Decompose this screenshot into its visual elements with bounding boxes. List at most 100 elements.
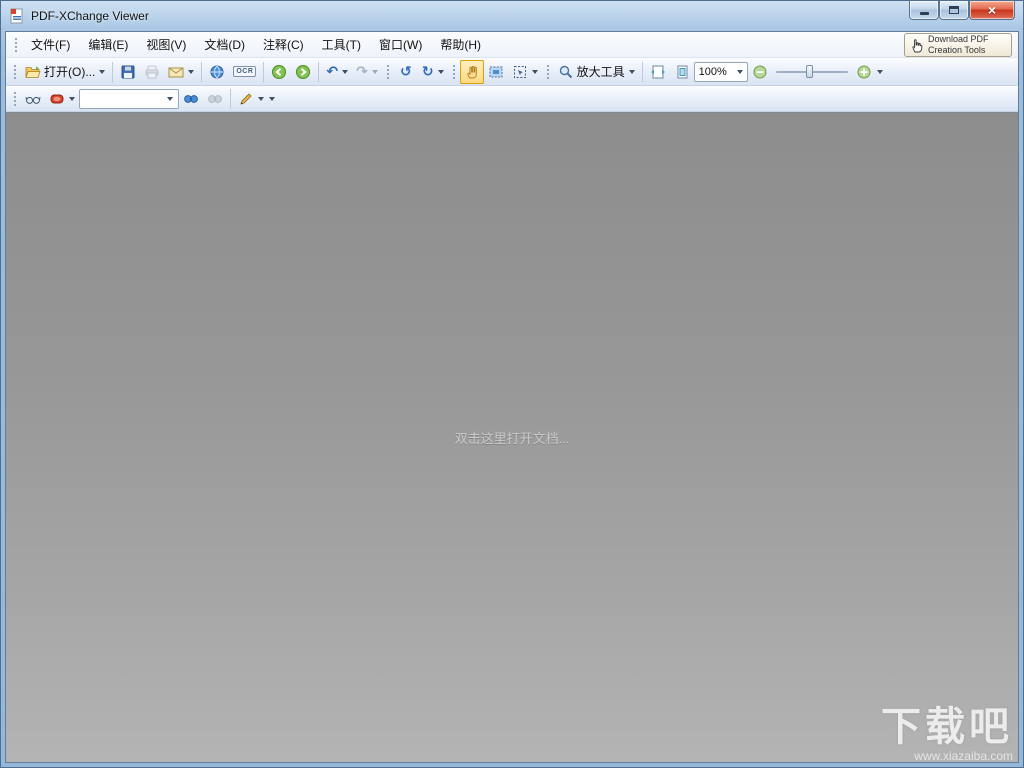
menu-comments[interactable]: 注释(C)	[254, 32, 313, 57]
magnifier-icon	[558, 64, 574, 80]
search-again-icon	[207, 91, 223, 107]
download-pdf-tools-button[interactable]: Download PDF Creation Tools	[904, 32, 1012, 57]
dropdown-caret-icon[interactable]	[736, 69, 743, 74]
undo-icon: ↶	[326, 63, 339, 80]
dropdown-caret-icon[interactable]	[371, 69, 378, 74]
dropdown-caret-icon[interactable]	[188, 69, 195, 74]
rotate-ccw-button[interactable]: ↺	[394, 60, 418, 84]
zoom-out-icon	[752, 64, 768, 80]
menu-view[interactable]: 视图(V)	[137, 32, 195, 57]
redo-icon: ↷	[356, 63, 368, 80]
toolbar-overflow-caret-icon[interactable]	[876, 69, 883, 74]
fit-page-icon	[674, 64, 690, 80]
zoom-in-button[interactable]	[852, 60, 876, 84]
menubar-grip[interactable]	[13, 35, 19, 54]
save-button[interactable]	[116, 60, 140, 84]
toolbar-grip[interactable]	[12, 62, 18, 81]
download-line2: Creation Tools	[928, 44, 986, 55]
email-icon	[168, 64, 184, 80]
menu-document[interactable]: 文档(D)	[195, 32, 254, 57]
rotate-cw-icon: ↻	[421, 63, 434, 80]
dropdown-caret-icon[interactable]	[628, 69, 635, 74]
launch-browser-button[interactable]	[205, 60, 229, 84]
previous-view-icon	[271, 64, 287, 80]
redo-button[interactable]: ↷	[352, 60, 382, 84]
zoom-slider-thumb[interactable]	[805, 64, 813, 78]
ocr-button[interactable]: OCR	[229, 60, 260, 84]
menu-window[interactable]: 窗口(W)	[370, 32, 431, 57]
dropdown-caret-icon[interactable]	[69, 96, 75, 101]
zoom-slider[interactable]	[775, 62, 848, 82]
pen-tool-button[interactable]	[234, 87, 268, 111]
maximize-icon	[949, 6, 959, 14]
close-button[interactable]: ×	[969, 1, 1015, 20]
titlebar[interactable]: PDF-XChange Viewer ×	[1, 1, 1023, 31]
fit-page-button[interactable]	[670, 60, 694, 84]
search-input[interactable]	[82, 92, 166, 105]
zoom-in-icon	[856, 64, 872, 80]
toolbar-grip[interactable]	[12, 89, 18, 108]
open-document-hint: 双击这里打开文档...	[454, 431, 570, 446]
menubar: 文件(F) 编辑(E) 视图(V) 文档(D) 注释(C) 工具(T) 窗口(W…	[6, 32, 1018, 58]
select-tool-button[interactable]	[508, 60, 542, 84]
toolbar-grip[interactable]	[384, 62, 391, 81]
snapshot-icon	[488, 64, 504, 80]
minimize-icon	[919, 11, 929, 15]
stamp-button[interactable]	[45, 87, 79, 111]
separator	[230, 88, 231, 109]
save-icon	[120, 64, 136, 80]
previous-view-button[interactable]	[267, 60, 291, 84]
hand-tool-button[interactable]	[459, 59, 484, 84]
maximize-button[interactable]	[939, 1, 969, 20]
dropdown-caret-icon[interactable]	[99, 69, 106, 74]
ocr-icon: OCR	[233, 66, 257, 77]
dropdown-caret-icon[interactable]	[167, 96, 173, 101]
pen-icon	[238, 91, 254, 107]
zoom-out-button[interactable]	[748, 60, 772, 84]
stamp-icon	[49, 91, 65, 107]
toolbar-grip[interactable]	[450, 62, 457, 81]
print-button[interactable]	[140, 60, 164, 84]
separator	[201, 61, 203, 82]
dropdown-caret-icon[interactable]	[258, 96, 264, 101]
menu-file[interactable]: 文件(F)	[22, 32, 79, 57]
app-icon	[9, 8, 25, 24]
reading-glasses-button[interactable]	[21, 87, 45, 111]
undo-button[interactable]: ↶	[322, 60, 352, 84]
close-icon: ×	[987, 2, 997, 18]
pdf-xchange-window: PDF-XChange Viewer × 文件(F) 编辑(E) 视图(V) 文…	[0, 0, 1024, 768]
next-view-button[interactable]	[291, 60, 315, 84]
hand-cursor-icon	[909, 37, 925, 53]
menu-edit[interactable]: 编辑(E)	[79, 32, 137, 57]
rotate-ccw-icon: ↺	[400, 63, 412, 80]
dropdown-caret-icon[interactable]	[437, 69, 444, 74]
menu-tools[interactable]: 工具(T)	[313, 32, 370, 57]
snapshot-button[interactable]	[484, 60, 508, 84]
email-button[interactable]	[164, 60, 198, 84]
client-area: 文件(F) 编辑(E) 视图(V) 文档(D) 注释(C) 工具(T) 窗口(W…	[5, 31, 1019, 763]
minimize-button[interactable]	[909, 1, 939, 20]
window-title: PDF-XChange Viewer	[31, 9, 149, 23]
search-again-button[interactable]	[203, 87, 227, 111]
menu-help[interactable]: 帮助(H)	[431, 32, 490, 57]
zoom-level-combobox[interactable]: 100%	[693, 61, 748, 82]
window-controls: ×	[909, 1, 1015, 20]
open-button-label: 打开(O)...	[44, 65, 96, 79]
select-tool-icon	[512, 64, 528, 80]
zoom-tool-button[interactable]: 放大工具	[554, 60, 639, 84]
dropdown-caret-icon[interactable]	[342, 69, 349, 74]
search-button[interactable]	[179, 87, 203, 111]
document-area[interactable]: 双击这里打开文档...	[6, 112, 1018, 762]
search-toolbar	[6, 86, 1018, 112]
toolbar-grip[interactable]	[544, 62, 551, 81]
next-view-icon	[295, 64, 311, 80]
rotate-cw-button[interactable]: ↻	[418, 60, 448, 84]
separator	[112, 61, 114, 82]
open-button[interactable]: 打开(O)...	[21, 60, 109, 84]
dropdown-caret-icon[interactable]	[531, 69, 538, 74]
fit-width-button[interactable]	[646, 60, 670, 84]
toolbar-overflow-caret-icon[interactable]	[269, 96, 275, 101]
glasses-icon	[25, 91, 41, 107]
search-box[interactable]	[79, 88, 179, 109]
download-line1: Download PDF	[928, 34, 989, 45]
